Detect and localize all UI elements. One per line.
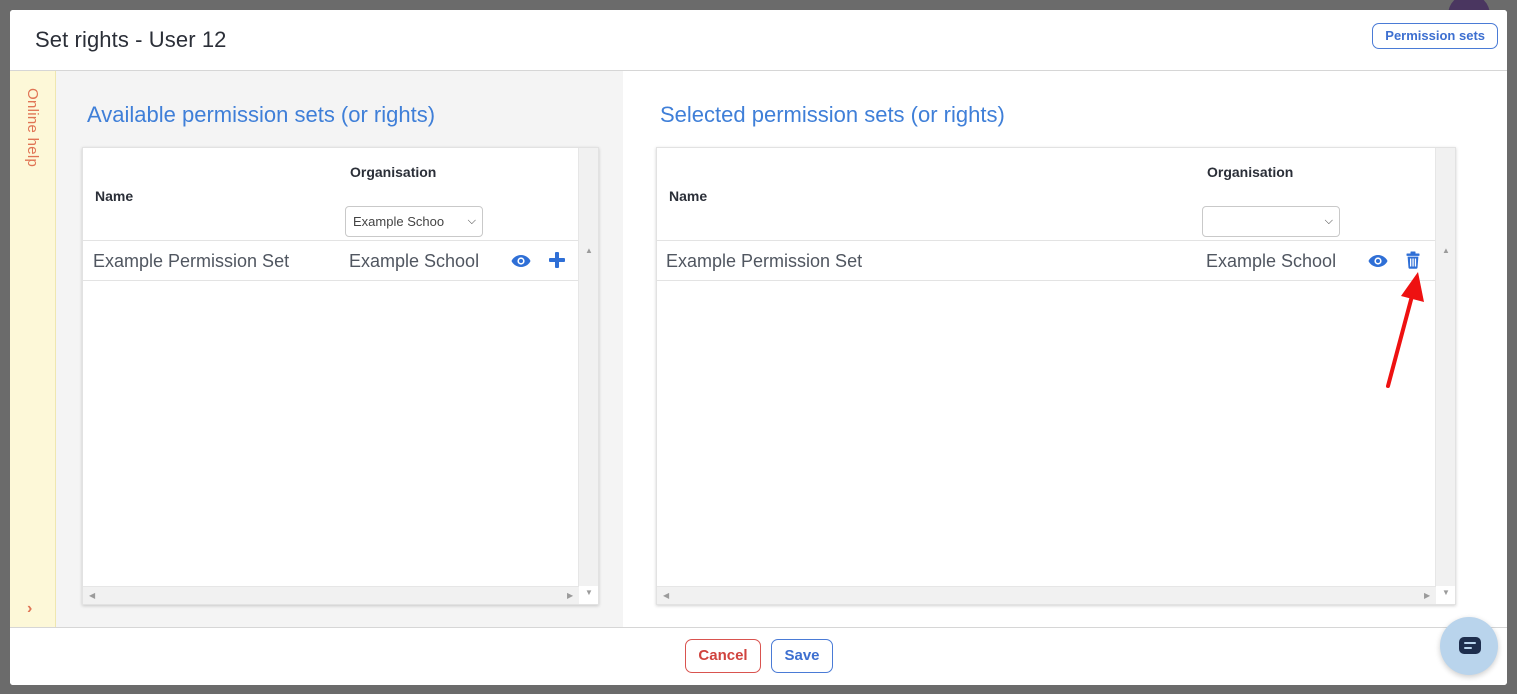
available-grid-header: Name Organisation Example Schoo ⌵ — [83, 148, 579, 241]
scroll-down-icon[interactable]: ▼ — [585, 588, 593, 597]
row-name: Example Permission Set — [93, 251, 290, 271]
horizontal-scrollbar[interactable]: ◀ ▶ — [657, 586, 1436, 604]
column-header-organisation[interactable]: Organisation — [350, 164, 436, 180]
row-name: Example Permission Set — [666, 251, 863, 271]
selected-grid: Name Organisation ⌵ Example Permission S… — [656, 147, 1456, 605]
available-panel: Available permission sets (or rights) Na… — [56, 71, 623, 628]
plus-icon[interactable] — [548, 251, 566, 274]
selected-panel: Selected permission sets (or rights) Nam… — [623, 71, 1507, 628]
set-rights-dialog: Set rights - User 12 Permission sets Onl… — [10, 10, 1507, 685]
scroll-down-icon[interactable]: ▼ — [1442, 588, 1450, 597]
scroll-left-icon[interactable]: ◀ — [89, 591, 95, 600]
table-row[interactable]: Example Permission Set Example School — [657, 241, 1436, 281]
row-organisation: Example School — [1206, 251, 1337, 271]
eye-icon[interactable] — [511, 253, 531, 274]
chevron-down-icon: ⌵ — [467, 215, 476, 227]
save-button[interactable]: Save — [771, 639, 833, 673]
permission-sets-button[interactable]: Permission sets — [1372, 23, 1498, 49]
organisation-filter-select[interactable]: ⌵ — [1202, 206, 1340, 237]
trash-icon[interactable] — [1406, 251, 1420, 274]
scroll-left-icon[interactable]: ◀ — [663, 591, 669, 600]
selected-grid-header: Name Organisation ⌵ — [657, 148, 1436, 241]
scroll-up-icon[interactable]: ▲ — [1442, 246, 1450, 255]
column-header-name[interactable]: Name — [669, 188, 707, 204]
dialog-footer: Cancel Save — [10, 627, 1507, 685]
online-help-rail[interactable]: Online help › — [10, 71, 56, 628]
online-help-label[interactable]: Online help — [24, 88, 41, 167]
scroll-right-icon[interactable]: ▶ — [567, 591, 573, 600]
column-header-organisation[interactable]: Organisation — [1207, 164, 1293, 180]
available-heading: Available permission sets (or rights) — [87, 102, 436, 127]
column-header-name[interactable]: Name — [95, 188, 133, 204]
chevron-down-icon: ⌵ — [1324, 215, 1333, 227]
horizontal-scrollbar[interactable]: ◀ ▶ — [83, 586, 579, 604]
organisation-filter-value: Example Schoo — [353, 214, 445, 229]
chevron-right-icon[interactable]: › — [27, 600, 32, 618]
cancel-button[interactable]: Cancel — [685, 639, 761, 673]
dialog-title: Set rights - User 12 — [35, 27, 227, 52]
chat-launcher-button[interactable] — [1440, 617, 1498, 675]
vertical-scrollbar[interactable]: ▲ ▼ — [1435, 148, 1455, 597]
chat-icon — [1459, 637, 1481, 654]
organisation-filter-select[interactable]: Example Schoo ⌵ — [345, 206, 483, 237]
table-row[interactable]: Example Permission Set Example School — [83, 241, 579, 281]
scroll-right-icon[interactable]: ▶ — [1424, 591, 1430, 600]
eye-icon[interactable] — [1368, 253, 1388, 274]
scroll-up-icon[interactable]: ▲ — [585, 246, 593, 255]
vertical-scrollbar[interactable]: ▲ ▼ — [578, 148, 598, 597]
selected-heading: Selected permission sets (or rights) — [660, 102, 1005, 127]
dialog-header: Set rights - User 12 Permission sets — [10, 10, 1507, 71]
available-grid: Name Organisation Example Schoo ⌵ Exampl… — [82, 147, 599, 605]
row-organisation: Example School — [349, 251, 480, 271]
